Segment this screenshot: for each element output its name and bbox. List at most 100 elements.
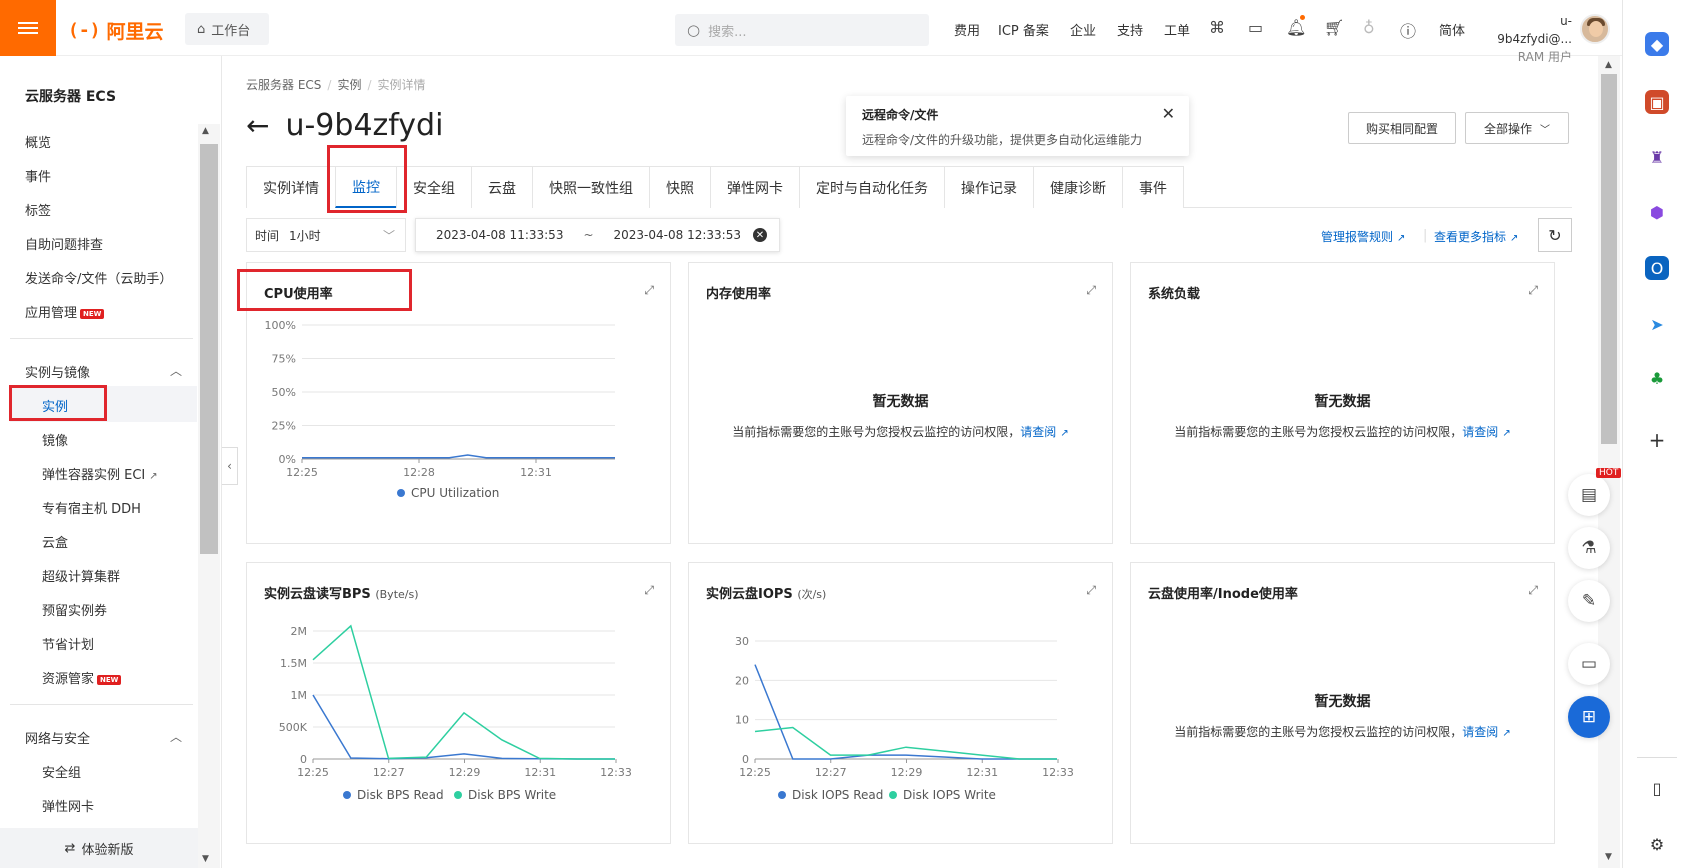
sidebar-item-reserved[interactable]: 预留实例券 [42, 600, 107, 619]
sidebar-group-network[interactable]: 网络与安全 [25, 728, 90, 747]
terminal-icon[interactable]: ▭ [1248, 18, 1263, 37]
flask-icon[interactable]: ⚗ [1568, 527, 1610, 569]
avatar[interactable] [1580, 14, 1610, 44]
clipboard-icon[interactable]: ▤ [1568, 474, 1610, 516]
sidebar-item-tags[interactable]: 标签 [25, 200, 51, 219]
apps-icon[interactable]: ⊞ [1568, 696, 1610, 738]
tab-snapshots[interactable]: 快照 [649, 166, 710, 208]
toolbox-icon[interactable]: ▣ [1645, 90, 1669, 114]
buy-same-config-button[interactable]: 购买相同配置 [1348, 112, 1456, 144]
instance-id: u-9b4zfydi [285, 108, 444, 143]
outlook-icon[interactable]: O [1645, 256, 1669, 280]
sidebar-item-savings-plan[interactable]: 节省计划 [42, 634, 94, 653]
sidebar-title: 云服务器 ECS [25, 89, 117, 105]
hamburger-menu-icon[interactable] [0, 0, 56, 56]
tab-eni[interactable]: 弹性网卡 [710, 166, 799, 208]
tab-snapshot-consistency[interactable]: 快照一致性组 [532, 166, 649, 208]
chess-icon[interactable]: ♜ [1645, 145, 1669, 169]
nav-enterprise[interactable]: 企业 [1070, 20, 1096, 39]
sidebar-item-eci[interactable]: 弹性容器实例 ECI ↗ [42, 464, 158, 483]
doc-link[interactable]: 请查阅 [1462, 725, 1498, 739]
sidebar-item-images[interactable]: 镜像 [42, 430, 68, 449]
nav-ticket[interactable]: 工单 [1164, 20, 1190, 39]
expand-icon[interactable]: ⤢ [1528, 583, 1538, 598]
doc-link[interactable]: 请查阅 [1020, 425, 1056, 439]
sidebar-item-overview[interactable]: 概览 [25, 132, 51, 151]
sidebar-scroll-thumb[interactable] [200, 144, 218, 554]
nav-icp[interactable]: ICP 备案 [998, 20, 1049, 39]
view-more-metrics-link[interactable]: 查看更多指标 ↗ [1434, 228, 1518, 245]
tab-scheduled-tasks[interactable]: 定时与自动化任务 [799, 166, 944, 208]
tab-instance-details[interactable]: 实例详情 [246, 166, 335, 208]
sidebar-item-send-command[interactable]: 发送命令/文件（云助手） [25, 268, 172, 287]
breadcrumb-ecs[interactable]: 云服务器 ECS [246, 78, 321, 92]
workbench-button[interactable]: ⌂ 工作台 [185, 13, 269, 45]
chevron-up-icon[interactable]: ︿ [170, 728, 182, 745]
tab-operation-logs[interactable]: 操作记录 [944, 166, 1033, 208]
sidebar-item-scc[interactable]: 超级计算集群 [42, 566, 120, 585]
split-view-icon[interactable]: ▯ [1645, 776, 1669, 800]
language-switch[interactable]: 简体 [1439, 20, 1465, 39]
main-scroll-thumb[interactable] [1601, 74, 1617, 444]
tag-icon[interactable]: ◆ [1645, 32, 1669, 56]
tab-events[interactable]: 事件 [1122, 166, 1184, 208]
external-link-icon: ↗ [1502, 428, 1511, 439]
sidebar-item-app-management[interactable]: 应用管理 NEW [25, 302, 105, 321]
tab-security-group[interactable]: 安全组 [396, 166, 471, 208]
nav-billing[interactable]: 费用 [954, 20, 980, 39]
date-range-picker[interactable]: 2023-04-08 11:33:53 ~ 2023-04-08 12:33:5… [415, 218, 780, 252]
scroll-down-arrow-icon[interactable]: ▼ [1605, 852, 1612, 862]
settings-gear-icon[interactable]: ⚙ [1645, 832, 1669, 856]
scroll-down-arrow-icon[interactable]: ▼ [202, 854, 209, 864]
sidebar-item-events[interactable]: 事件 [25, 166, 51, 185]
sidebar-item-ddh[interactable]: 专有宿主机 DDH [42, 498, 141, 517]
sidebar-item-eni[interactable]: 弹性网卡 [42, 796, 94, 815]
tab-health-diagnosis[interactable]: 健康诊断 [1033, 166, 1122, 208]
lightbulb-icon[interactable]: ♁ [1363, 18, 1375, 37]
bell-icon[interactable]: 🔔︎ [1286, 18, 1306, 37]
copilot-icon[interactable]: ⬢ [1645, 200, 1669, 224]
search-input[interactable]: ○ 搜索... [675, 14, 929, 46]
all-operations-button[interactable]: 全部操作 ﹀ [1465, 112, 1569, 144]
time-range-select[interactable]: 时间 1小时 ﹀ [246, 218, 406, 252]
clear-icon[interactable]: ✕ [753, 228, 767, 242]
sidebar-item-security-group[interactable]: 安全组 [42, 762, 81, 781]
separator: | [1423, 228, 1428, 243]
api-icon[interactable]: ⌘ [1209, 18, 1225, 37]
telegram-icon[interactable]: ➤ [1645, 312, 1669, 336]
sidebar-group-instances[interactable]: 实例与镜像 [25, 362, 90, 381]
scroll-up-arrow-icon[interactable]: ▲ [202, 126, 209, 136]
legend-marker [889, 791, 897, 799]
chat-icon[interactable]: ▭ [1568, 643, 1610, 685]
expand-icon[interactable]: ⤢ [1528, 283, 1538, 298]
doc-link[interactable]: 请查阅 [1462, 425, 1498, 439]
edit-icon[interactable]: ✎ [1568, 580, 1610, 622]
back-arrow-icon[interactable]: ← [246, 109, 269, 142]
series-line [302, 454, 615, 459]
sidebar-item-cloud-box[interactable]: 云盒 [42, 532, 68, 551]
page-title: ← u-9b4zfydi [246, 108, 443, 143]
refresh-button[interactable]: ↻ [1538, 218, 1572, 252]
manage-alarm-rules-link[interactable]: 管理报警规则 ↗ [1321, 228, 1405, 245]
new-badge: NEW [80, 308, 105, 319]
sidebar-item-resource-manager[interactable]: 资源管家 NEW [42, 668, 122, 687]
try-new-version-button[interactable]: ⇄ 体验新版 [0, 828, 198, 868]
x-tick-label: 12:33 [1042, 766, 1074, 779]
breadcrumb-instances[interactable]: 实例 [337, 78, 361, 92]
chevron-up-icon[interactable]: ︿ [170, 362, 182, 379]
scroll-up-arrow-icon[interactable]: ▲ [1605, 60, 1612, 70]
collapse-sidebar-button[interactable]: ‹ [222, 447, 238, 485]
aliyun-logo[interactable]: (-) 阿里云 [68, 17, 164, 44]
nav-support[interactable]: 支持 [1117, 20, 1143, 39]
resource-manager-label: 资源管家 [42, 672, 95, 687]
help-icon[interactable]: ⓘ [1400, 18, 1416, 42]
tree-icon[interactable]: ♣ [1645, 366, 1669, 390]
workbench-label: 工作台 [211, 23, 251, 39]
sidebar-item-troubleshoot[interactable]: 自助问题排查 [25, 234, 103, 253]
add-icon[interactable]: + [1645, 428, 1669, 452]
close-icon[interactable]: ✕ [1162, 104, 1175, 123]
tab-disks[interactable]: 云盘 [471, 166, 532, 208]
expand-icon[interactable]: ⤢ [1086, 283, 1096, 298]
cart-icon[interactable]: 🛒︎ [1324, 18, 1344, 37]
alarm-link-label: 管理报警规则 [1321, 230, 1394, 244]
